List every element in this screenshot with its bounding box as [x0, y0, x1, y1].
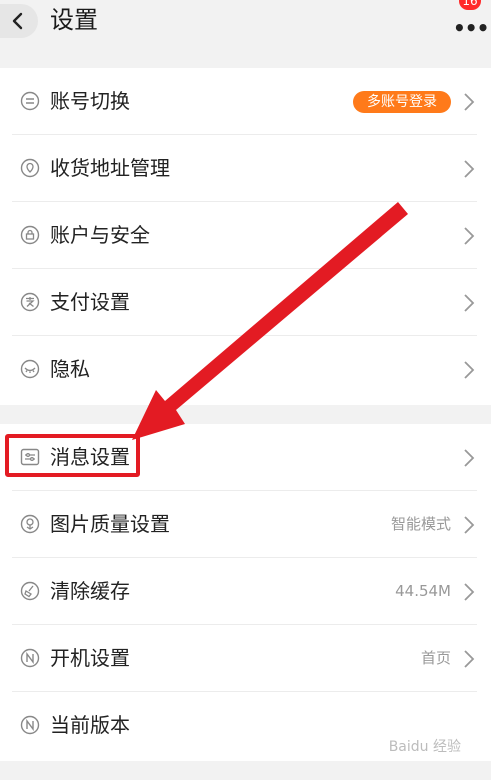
annotation-arrow-icon: [132, 202, 408, 440]
baidu-watermark: Baidu 经验: [388, 739, 461, 755]
